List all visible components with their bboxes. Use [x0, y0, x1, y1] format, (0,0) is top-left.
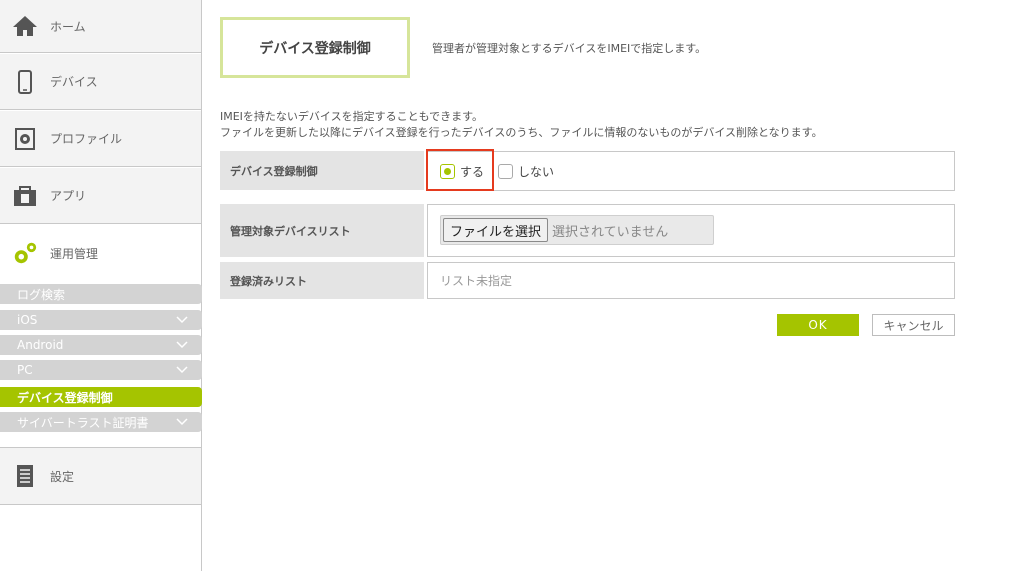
control-value: する しない: [427, 151, 955, 191]
description-line-2: ファイルを更新した以降にデバイス登録を行ったデバイスのうち、ファイルに情報のない…: [220, 126, 823, 139]
app-bag-icon: [12, 183, 38, 209]
registered-list-value: リスト未指定: [427, 262, 955, 299]
nav-profile-label: プロファイル: [50, 132, 123, 146]
no-file-text: 選択されていません: [552, 224, 669, 240]
chevron-down-icon: [176, 366, 188, 374]
subnav-label: デバイス登録制御: [17, 390, 113, 405]
nav-device[interactable]: デバイス: [0, 54, 201, 110]
nav-app-label: アプリ: [50, 189, 87, 203]
control-label-text: デバイス登録制御: [230, 164, 318, 178]
cancel-button[interactable]: キャンセル: [872, 314, 955, 336]
subnav-cybertrust-cert[interactable]: サイバートラスト証明書: [0, 412, 202, 432]
choose-file-button[interactable]: ファイルを選択: [443, 218, 549, 242]
nav-settings-label: 設定: [50, 469, 75, 484]
description-line-1: IMEIを持たないデバイスを指定することもできます。: [220, 110, 484, 123]
subnav-label: iOS: [17, 313, 38, 327]
subnav-label: Android: [17, 338, 64, 352]
managed-list-label-text: 管理対象デバイスリスト: [230, 224, 351, 238]
chevron-down-icon: [176, 316, 188, 324]
page-title: デバイス登録制御: [220, 17, 410, 78]
home-icon: [12, 13, 38, 39]
nav-app[interactable]: アプリ: [0, 168, 201, 224]
subnav-label: ログ検索: [17, 287, 66, 302]
nav-ops[interactable]: 運用管理: [0, 225, 201, 281]
subnav-label: サイバートラスト証明書: [17, 415, 149, 430]
radio-off[interactable]: [498, 164, 513, 179]
control-label: デバイス登録制御: [220, 151, 424, 190]
nav-settings[interactable]: 設定: [0, 447, 201, 505]
registered-list-value-text: リスト未指定: [440, 274, 513, 288]
ok-button[interactable]: OK: [777, 314, 859, 336]
nav-home-label: ホーム: [50, 19, 86, 34]
nav-home[interactable]: ホーム: [0, 0, 201, 53]
subnav-android[interactable]: Android: [0, 335, 202, 355]
highlight-box: [426, 149, 494, 191]
device-icon: [12, 69, 38, 95]
registered-list-label-text: 登録済みリスト: [230, 274, 307, 288]
page-title-description: 管理者が管理対象とするデバイスをIMEIで指定します。: [432, 42, 707, 55]
nav-ops-label: 運用管理: [50, 246, 99, 261]
radio-off-option[interactable]: しない: [498, 163, 554, 180]
gears-icon: [12, 240, 38, 266]
subnav-log-search[interactable]: ログ検索: [0, 284, 202, 304]
nav-device-label: デバイス: [50, 75, 98, 89]
chevron-down-icon: [176, 418, 188, 426]
file-input[interactable]: ファイルを選択 選択されていません: [440, 215, 714, 245]
profile-gear-icon: [12, 126, 38, 152]
nav-profile[interactable]: プロファイル: [0, 111, 201, 167]
subnav-pc[interactable]: PC: [0, 360, 202, 380]
radio-off-label: しない: [518, 165, 555, 179]
sidebar: ホーム デバイス プロファイル アプリ 運用管理 ログ検索 iOS Androi…: [0, 0, 202, 571]
document-icon: [12, 463, 38, 489]
registered-list-label: 登録済みリスト: [220, 262, 424, 299]
subnav-ios[interactable]: iOS: [0, 310, 202, 330]
managed-list-label: 管理対象デバイスリスト: [220, 204, 424, 257]
subnav-device-registration[interactable]: デバイス登録制御: [0, 387, 202, 407]
chevron-down-icon: [176, 341, 188, 349]
subnav-label: PC: [17, 363, 33, 377]
